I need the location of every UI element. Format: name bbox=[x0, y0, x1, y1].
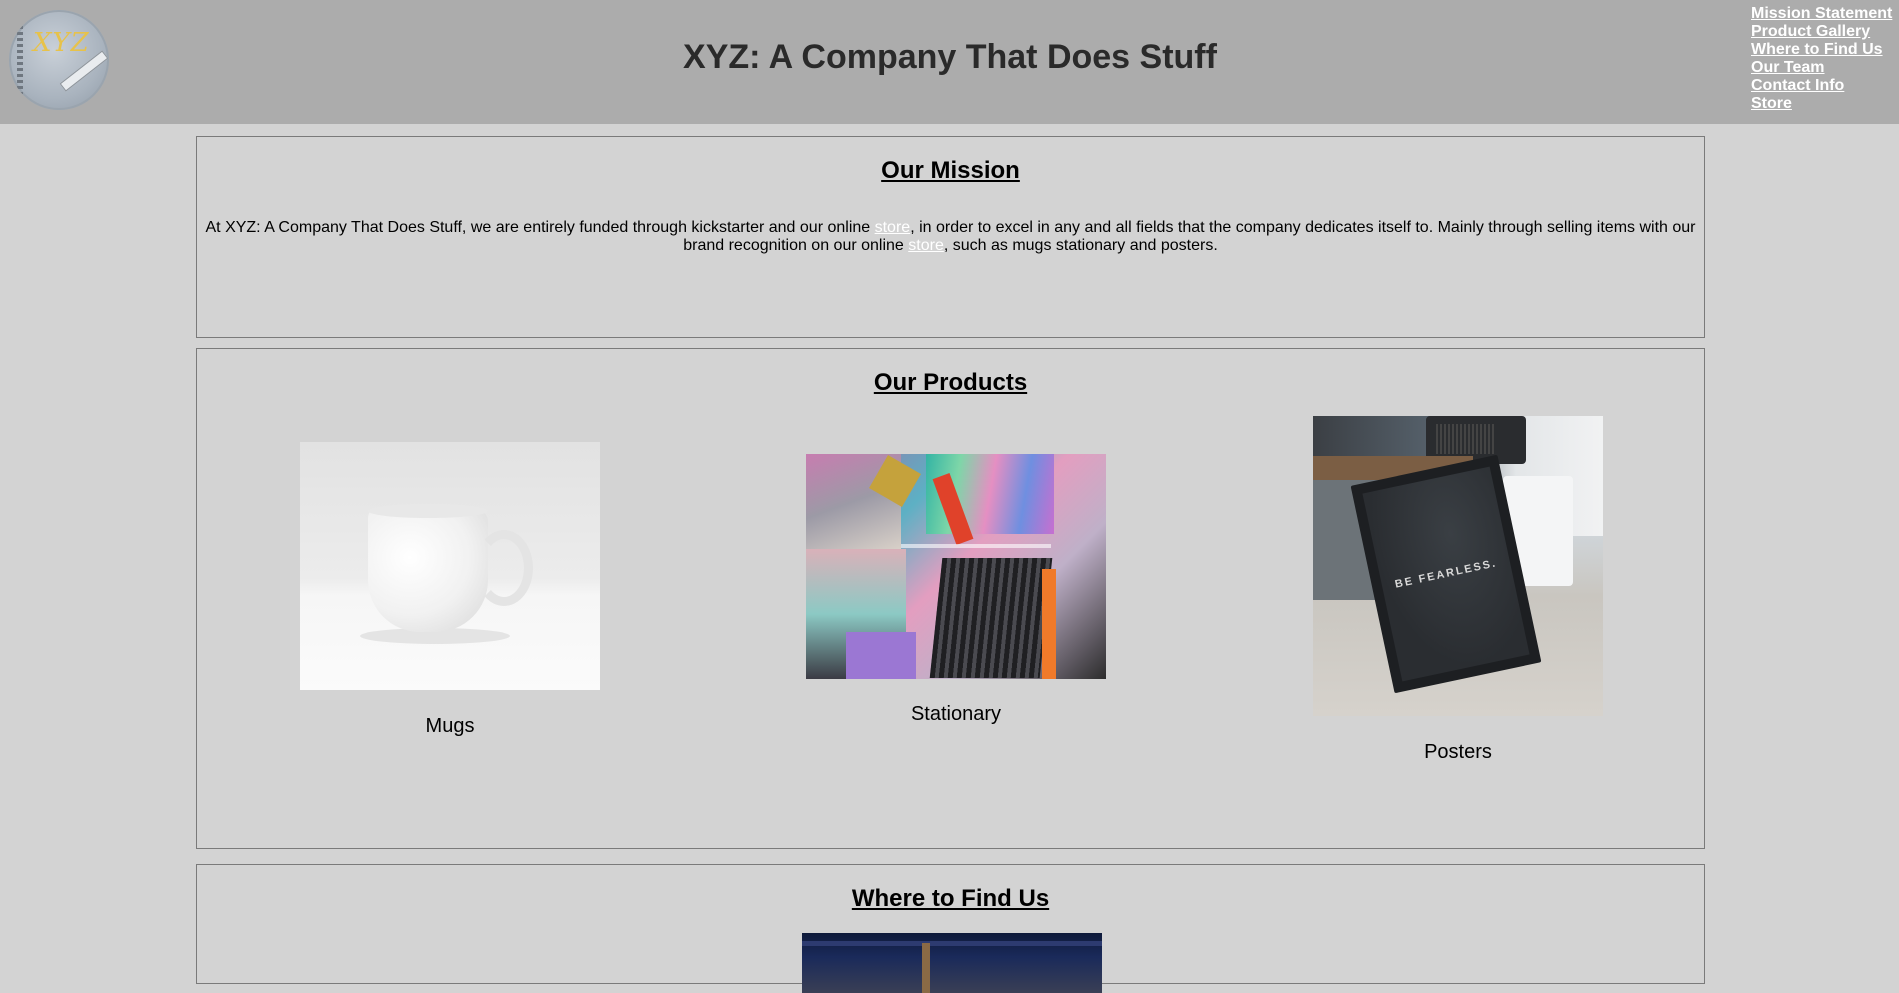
nav-link-where-to-find-us[interactable]: Where to Find Us bbox=[1751, 41, 1899, 59]
poster-canvas: BE FEARLESS. bbox=[1362, 466, 1530, 682]
product-label-posters: Posters bbox=[1424, 741, 1492, 763]
orange-marker bbox=[1042, 569, 1056, 679]
storefront-beam bbox=[802, 941, 1102, 946]
mission-text-part1: At XYZ: A Company That Does Stuff, we ar… bbox=[205, 219, 875, 236]
nav-link-store[interactable]: Store bbox=[1751, 95, 1899, 113]
nav-link-mission-statement[interactable]: Mission Statement bbox=[1751, 5, 1899, 23]
store-link-2[interactable]: store bbox=[908, 237, 944, 254]
poster-image: BE FEARLESS. bbox=[1313, 416, 1603, 716]
staples-block bbox=[929, 558, 1053, 678]
mission-title: Our Mission bbox=[881, 157, 1020, 184]
mug-handle bbox=[475, 530, 533, 606]
site-header: XYZ XYZ: A Company That Does Stuff Missi… bbox=[0, 0, 1899, 124]
nav-link-product-gallery[interactable]: Product Gallery bbox=[1751, 23, 1899, 41]
mug-image bbox=[300, 442, 600, 690]
product-label-mugs: Mugs bbox=[425, 715, 475, 737]
product-label-stationary: Stationary bbox=[910, 703, 1002, 725]
speaker-grill bbox=[1436, 424, 1496, 454]
site-title: XYZ: A Company That Does Stuff bbox=[683, 38, 1217, 76]
products-title: Our Products bbox=[873, 369, 1028, 396]
find-us-image bbox=[802, 933, 1102, 993]
main-nav: Mission Statement Product Gallery Where … bbox=[1751, 5, 1899, 113]
mug-body bbox=[368, 508, 488, 632]
find-us-title: Where to Find Us bbox=[851, 885, 1050, 912]
find-us-section: Where to Find Us bbox=[196, 864, 1705, 993]
purple-note bbox=[846, 632, 916, 679]
nav-link-our-team[interactable]: Our Team bbox=[1751, 59, 1899, 77]
storefront-post bbox=[922, 943, 930, 993]
tray-divider bbox=[901, 544, 1051, 548]
mission-text-part3: , such as mugs stationary and posters. bbox=[943, 237, 1218, 254]
stationary-image bbox=[806, 454, 1106, 679]
nav-link-contact-info[interactable]: Contact Info bbox=[1751, 77, 1899, 95]
mission-text: At XYZ: A Company That Does Stuff, we ar… bbox=[205, 219, 1696, 255]
mission-section: Our Mission At XYZ: A Company That Does … bbox=[196, 136, 1705, 338]
mug-rim bbox=[368, 504, 488, 518]
poster-text: BE FEARLESS. bbox=[1393, 557, 1499, 591]
store-link-1[interactable]: store bbox=[875, 219, 911, 236]
products-section: Our Products Mugs Stationary BE FEARLESS… bbox=[196, 348, 1705, 849]
